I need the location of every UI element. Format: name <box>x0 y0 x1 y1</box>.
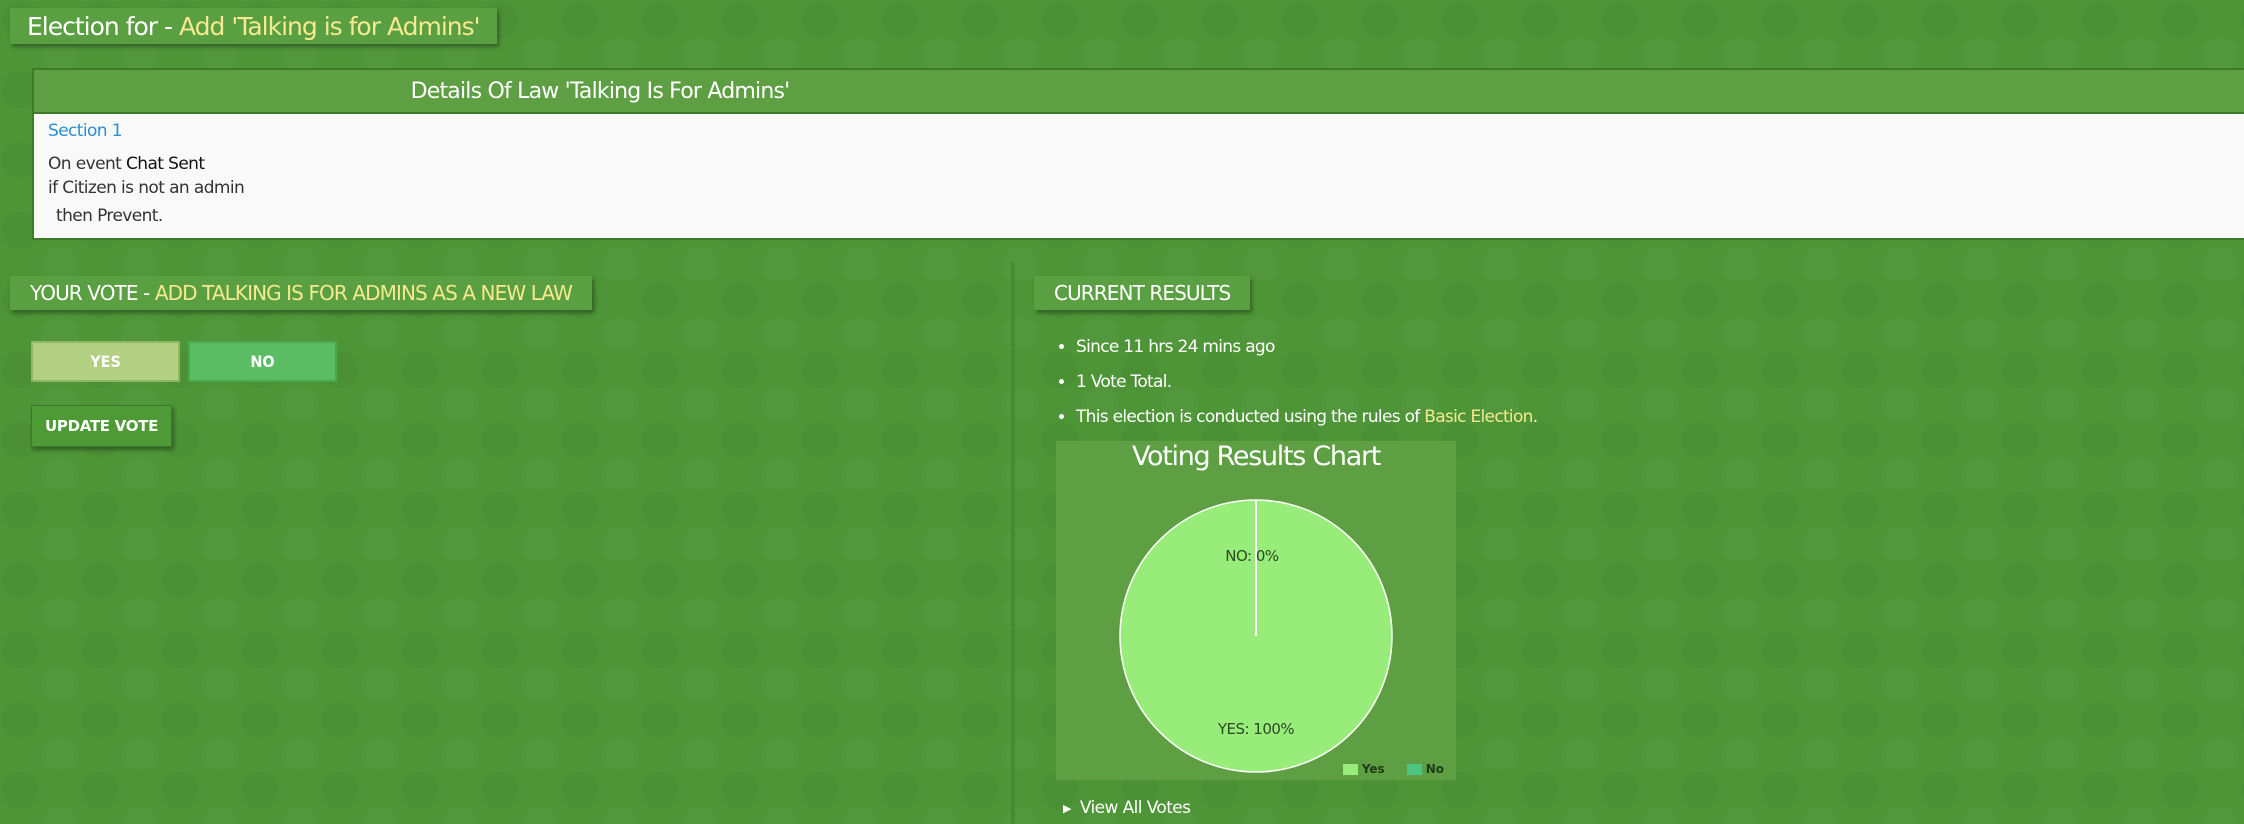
legend-item-yes[interactable]: Yes <box>1342 762 1385 776</box>
voting-results-chart: YES: 100% NO: 0% Voting Results Chart Yes… <box>1056 441 1456 780</box>
expand-triangle-icon: ▶ <box>1063 801 1071 815</box>
pie-chart-svg: YES: 100% NO: 0% <box>1119 499 1393 773</box>
vote-yes-option[interactable]: YES <box>31 341 180 382</box>
results-rules: This election is conducted using the rul… <box>1076 400 1538 435</box>
law-event-prefix: On event <box>48 154 122 174</box>
basic-election-link[interactable]: Basic Election <box>1424 407 1533 427</box>
page-title: Election for - Add 'Talking is for Admin… <box>10 8 497 44</box>
your-vote-header: YOUR VOTE - ADD TALKING IS FOR ADMINS AS… <box>10 276 592 310</box>
page-title-prefix: Election for - <box>27 11 173 41</box>
law-details-panel: Details Of Law 'Talking Is For Admins' S… <box>32 68 2244 240</box>
law-details-header: Details Of Law 'Talking Is For Admins' <box>34 70 2244 114</box>
pie-label-no: NO: 0% <box>1225 547 1279 565</box>
legend-swatch-yes <box>1342 763 1358 775</box>
legend-label-yes: Yes <box>1361 762 1385 776</box>
legend-item-no[interactable]: No <box>1406 762 1444 776</box>
results-rules-prefix: This election is conducted using the rul… <box>1076 407 1420 427</box>
law-condition-line: if Citizen is not an admin <box>48 178 245 198</box>
vote-options: YES NO <box>31 341 337 382</box>
chart-legend: Yes No <box>1342 762 1444 776</box>
pie-label-yes: YES: 100% <box>1217 720 1295 738</box>
law-details-title: Details Of Law 'Talking Is For Admins' <box>410 78 791 104</box>
page-title-law-name: Add 'Talking is for Admins' <box>179 11 481 41</box>
your-vote-law-name: ADD TALKING IS FOR ADMINS AS A NEW LAW <box>154 281 573 305</box>
results-rules-suffix: . <box>1532 407 1538 427</box>
law-details-body: Section 1 On event Chat Sent if Citizen … <box>34 114 2244 236</box>
section-1-link[interactable]: Section 1 <box>48 120 2244 142</box>
chart-title: Voting Results Chart <box>1131 441 1381 472</box>
results-since: Since 11 hrs 24 mins ago <box>1076 330 1537 365</box>
view-all-votes-label: View All Votes <box>1079 798 1191 818</box>
update-vote-button[interactable]: UPDATE VOTE <box>31 405 173 447</box>
legend-label-no: No <box>1425 762 1444 776</box>
vote-no-option[interactable]: NO <box>188 341 337 382</box>
your-vote-label: YOUR VOTE - <box>30 281 150 305</box>
law-event-name: Chat Sent <box>126 154 205 174</box>
column-divider <box>1011 262 1014 824</box>
current-results-header: CURRENT RESULTS <box>1034 276 1251 310</box>
view-all-votes-toggle[interactable]: ▶ View All Votes <box>1063 798 1191 818</box>
results-vote-total: 1 Vote Total. <box>1076 365 1537 400</box>
law-action-line: then Prevent. <box>56 206 163 226</box>
results-summary-list: Since 11 hrs 24 mins ago 1 Vote Total. T… <box>1056 330 1538 435</box>
legend-swatch-no <box>1406 763 1422 775</box>
